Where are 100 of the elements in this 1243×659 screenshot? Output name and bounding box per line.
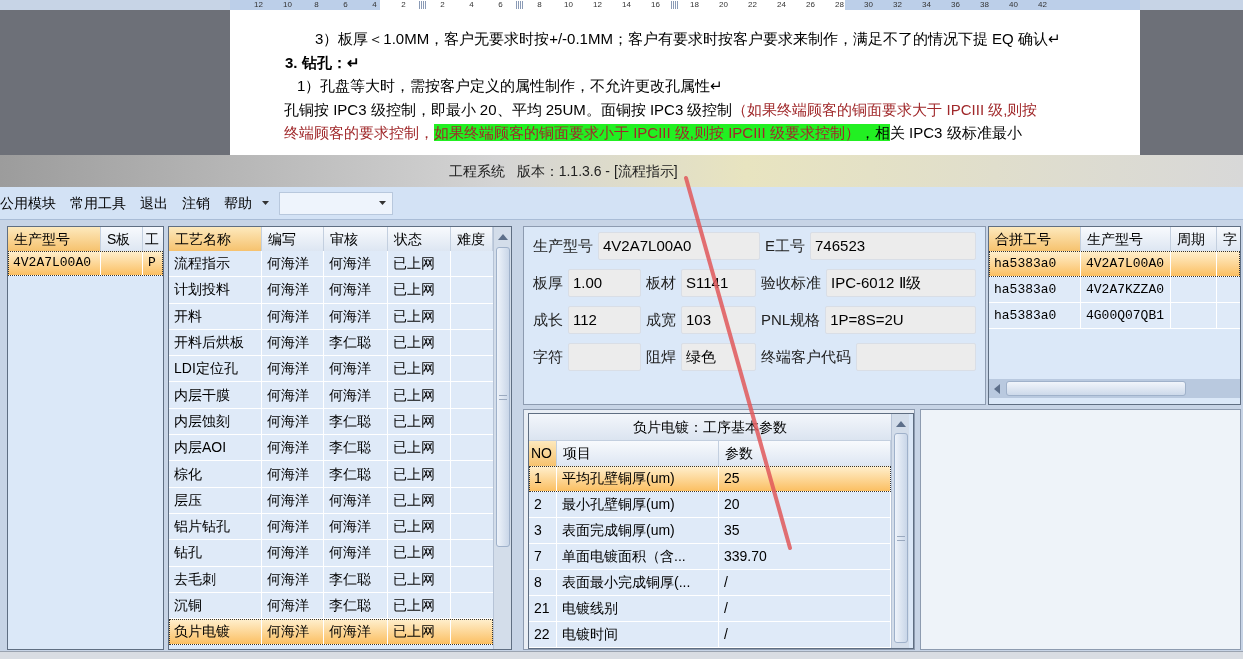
column-header[interactable]: 合拼工号	[989, 227, 1081, 251]
table-row[interactable]: 钻孔 何海洋 何海洋 已上网	[169, 540, 493, 567]
table-row[interactable]: 层压 何海洋 何海洋 已上网	[169, 487, 493, 514]
table-row[interactable]: 1 平均孔壁铜厚(um) 25	[529, 466, 891, 492]
combo-box[interactable]	[279, 191, 393, 215]
table-cell: 3	[529, 518, 557, 543]
table-cell: 何海洋	[324, 540, 388, 566]
table-row[interactable]: 负片电镀 何海洋 何海洋 已上网	[169, 619, 493, 646]
ruler-number: 10	[282, 0, 293, 10]
scrollbar[interactable]	[493, 227, 511, 649]
table-cell: 何海洋	[324, 487, 388, 513]
window-title: 工程系统 版本：1.1.3.6 - [流程指示]	[449, 161, 678, 181]
table-row[interactable]: 内层AOI 何海洋 李仁聪 已上网	[169, 435, 493, 462]
text-field[interactable]: 4V2A7L00A0	[598, 232, 760, 260]
ruler-number: 16	[650, 0, 661, 10]
table-row[interactable]: 开料 何海洋 何海洋 已上网	[169, 303, 493, 330]
menu-item[interactable]: 注销	[182, 192, 210, 214]
text-field[interactable]: 103	[681, 306, 756, 334]
column-header[interactable]: 参数	[719, 441, 891, 466]
table-cell: 已上网	[388, 329, 451, 356]
table-row[interactable]: 去毛刺 何海洋 李仁聪 已上网	[169, 566, 493, 593]
table-row[interactable]: 内层蚀刻 何海洋 李仁聪 已上网	[169, 408, 493, 436]
table-row[interactable]: 铝片钻孔 何海洋 何海洋 已上网	[169, 513, 493, 541]
table-cell: 何海洋	[262, 356, 324, 382]
text-field[interactable]: 1.00	[568, 269, 641, 297]
column-header[interactable]: 工艺名称	[169, 227, 262, 251]
text-field[interactable]: 112	[568, 306, 641, 334]
document-paragraph: 1）孔盘等大时，需按客户定义的属性制作，不允许更改孔属性↵	[296, 76, 724, 96]
ruler-number: 24	[776, 0, 787, 10]
table-cell: P	[143, 251, 163, 275]
table-cell: 何海洋	[262, 513, 324, 540]
column-header[interactable]: 审核	[324, 227, 388, 251]
table-row[interactable]: 8 表面最小完成铜厚(... /	[529, 570, 891, 596]
table-cell: 李仁聪	[324, 461, 388, 487]
text-field[interactable]: S1141	[681, 269, 756, 297]
table-cell: 何海洋	[324, 356, 388, 382]
table-cell: 已上网	[388, 619, 451, 645]
table-row[interactable]: 22 电镀时间 /	[529, 622, 891, 648]
table-cell: 何海洋	[262, 435, 324, 461]
column-header[interactable]: 生产型号	[8, 227, 101, 251]
table-cell: 单面电镀面积（含...	[557, 544, 719, 569]
scroll-up-icon[interactable]	[497, 234, 508, 240]
column-header[interactable]: S板	[101, 227, 143, 251]
column-header[interactable]: 项目	[557, 441, 719, 466]
column-header[interactable]: NO	[529, 441, 557, 466]
caret-icon[interactable]	[262, 201, 269, 205]
table-cell: 平均孔壁铜厚(um)	[557, 466, 719, 491]
scroll-up-icon[interactable]	[895, 421, 906, 427]
column-header[interactable]: 生产型号	[1081, 227, 1171, 251]
menu-item[interactable]: 公用模块	[0, 192, 56, 214]
scrollbar[interactable]	[891, 414, 909, 648]
column-header[interactable]: 字	[1217, 227, 1240, 251]
menu-item[interactable]: 常用工具	[70, 192, 126, 214]
caret-icon	[379, 201, 386, 205]
ruler-number: 2	[439, 0, 446, 10]
column-header[interactable]: 周期	[1171, 227, 1217, 251]
column-header[interactable]: 状态	[388, 227, 451, 251]
text-field[interactable]: IPC-6012 Ⅱ级	[826, 269, 976, 297]
table-cell: LDI定位孔	[169, 356, 262, 382]
table-row[interactable]: LDI定位孔 何海洋 何海洋 已上网	[169, 356, 493, 383]
table-row[interactable]: 3 表面完成铜厚(um) 35	[529, 518, 891, 544]
column-header[interactable]: 编写	[262, 227, 324, 251]
column-header[interactable]: 难度	[451, 227, 493, 251]
table-cell: 已上网	[388, 356, 451, 382]
table-row[interactable]: 计划投料 何海洋 何海洋 已上网	[169, 277, 493, 304]
table-cell: 已上网	[388, 540, 451, 566]
table-cell: 4V2A7L00A0	[8, 251, 101, 275]
table-cell: 4V2A7KZZA0	[1081, 277, 1171, 302]
table-cell: 负片电镀	[169, 619, 262, 645]
table-row[interactable]: 21 电镀线别 /	[529, 596, 891, 622]
table-cell: 2	[529, 492, 557, 517]
scroll-left-icon[interactable]	[994, 383, 1000, 394]
table-row[interactable]: 2 最小孔壁铜厚(um) 20	[529, 492, 891, 518]
table-cell: 已上网	[388, 408, 451, 435]
text-field[interactable]: 绿色	[681, 343, 756, 371]
ruler-number: 20	[718, 0, 729, 10]
ruler-number: 38	[979, 0, 990, 10]
table-row[interactable]: 棕化 何海洋 李仁聪 已上网	[169, 461, 493, 488]
horizontal-scrollbar[interactable]	[989, 379, 1240, 398]
table-row[interactable]: 4V2A7L00A0 P	[8, 251, 163, 276]
table-row[interactable]: ha5383a0 4V2A7L00A0	[989, 251, 1240, 277]
ruler-number: 32	[892, 0, 903, 10]
column-header[interactable]: 工	[143, 227, 163, 251]
ruler-number: 8	[536, 0, 543, 10]
table-row[interactable]: 内层干膜 何海洋 何海洋 已上网	[169, 382, 493, 409]
table-row[interactable]: 流程指示 何海洋 何海洋 已上网	[169, 251, 493, 278]
menu-item[interactable]: 帮助	[224, 192, 252, 214]
table-cell: 何海洋	[324, 513, 388, 540]
text-field[interactable]: 746523	[810, 232, 976, 260]
table-row[interactable]: ha5383a0 4V2A7KZZA0	[989, 277, 1240, 303]
table-row[interactable]: 开料后烘板 何海洋 李仁聪 已上网	[169, 329, 493, 357]
table-cell: 4V2A7L00A0	[1081, 251, 1171, 276]
table-row[interactable]: 7 单面电镀面积（含... 339.70	[529, 544, 891, 570]
table-cell: 何海洋	[262, 303, 324, 329]
ruler-number: 4	[371, 0, 378, 10]
text-field[interactable]: 1P=8S=2U	[825, 306, 976, 334]
table-row[interactable]: 沉铜 何海洋 李仁聪 已上网	[169, 592, 493, 620]
menu-item[interactable]: 退出	[140, 192, 168, 214]
table-cell: 内层干膜	[169, 382, 262, 408]
table-row[interactable]: ha5383a0 4G00Q07QB1	[989, 303, 1240, 329]
